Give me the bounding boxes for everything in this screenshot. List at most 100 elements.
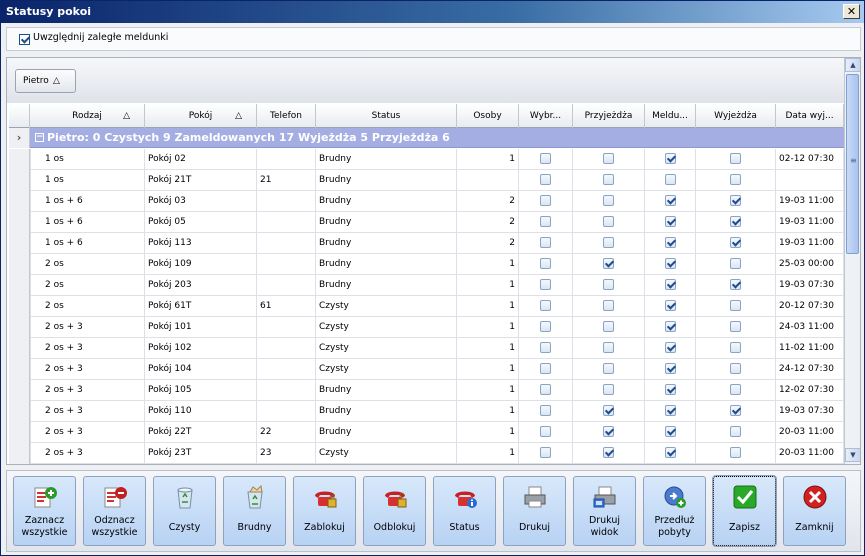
wyj-checkbox[interactable] <box>730 195 741 206</box>
wybr-checkbox[interactable] <box>540 363 551 374</box>
wybr-checkbox[interactable] <box>540 258 551 269</box>
scroll-down-icon[interactable]: ▼ <box>845 448 860 462</box>
table-row[interactable]: 2 os Pokój 203 Brudny 1 19-03 07:30 <box>9 275 844 296</box>
column-header-5[interactable]: Osoby <box>457 104 519 128</box>
przyj-checkbox[interactable] <box>603 321 614 332</box>
wybr-checkbox[interactable] <box>540 384 551 395</box>
table-row[interactable]: 1 os + 6 Pokój 113 Brudny 2 19-03 11:00 <box>9 233 844 254</box>
meld-checkbox[interactable] <box>664 426 676 437</box>
collapse-icon[interactable]: − <box>35 133 44 142</box>
wyj-checkbox[interactable] <box>730 216 741 227</box>
wybr-checkbox[interactable] <box>540 405 551 416</box>
table-row[interactable]: 1 os + 6 Pokój 03 Brudny 2 19-03 11:00 <box>9 191 844 212</box>
table-row[interactable]: 2 os + 3 Pokój 105 Brudny 1 12-02 07:30 <box>9 380 844 401</box>
meld-checkbox[interactable] <box>664 447 676 458</box>
meld-checkbox[interactable] <box>664 342 676 353</box>
scroll-up-icon[interactable]: ▲ <box>845 58 860 72</box>
column-header-4[interactable]: Status <box>316 104 457 128</box>
row-header[interactable] <box>9 149 30 170</box>
row-header[interactable] <box>9 275 30 296</box>
row-header[interactable] <box>9 233 30 254</box>
column-header-9[interactable]: Wyjeżdża <box>696 104 776 128</box>
recycle-bin-empty-button[interactable]: Czysty <box>153 476 216 546</box>
green-check-button[interactable]: Zapisz <box>712 475 777 547</box>
wyj-checkbox[interactable] <box>730 258 741 269</box>
row-header[interactable] <box>9 317 30 338</box>
row-header[interactable] <box>9 254 30 275</box>
row-header[interactable] <box>9 380 30 401</box>
table-row[interactable]: 2 os + 3 Pokój 104 Czysty 1 24-12 07:30 <box>9 359 844 380</box>
table-row[interactable]: 2 os Pokój 109 Brudny 1 25-03 00:00 <box>9 254 844 275</box>
przyj-checkbox[interactable] <box>603 384 614 395</box>
phone-unlock-button[interactable]: Odblokuj <box>363 476 426 546</box>
wyj-checkbox[interactable] <box>730 237 741 248</box>
wybr-checkbox[interactable] <box>540 195 551 206</box>
print-view-button[interactable]: Drukuj widok <box>573 476 636 546</box>
meld-checkbox[interactable] <box>664 258 676 269</box>
wyj-checkbox[interactable] <box>730 342 741 353</box>
przyj-checkbox[interactable] <box>603 279 614 290</box>
przyj-checkbox[interactable] <box>603 447 614 458</box>
meld-checkbox[interactable] <box>664 237 676 248</box>
wyj-checkbox[interactable] <box>730 174 741 185</box>
phone-info-button[interactable]: Status <box>433 476 496 546</box>
meld-checkbox[interactable] <box>664 216 676 227</box>
group-by-floor-button[interactable]: Pietro △ <box>15 69 76 93</box>
wybr-checkbox[interactable] <box>540 174 551 185</box>
wybr-checkbox[interactable] <box>540 216 551 227</box>
printer-button[interactable]: Drukuj <box>503 476 566 546</box>
przyj-checkbox[interactable] <box>603 237 614 248</box>
wyj-checkbox[interactable] <box>730 279 741 290</box>
przyj-checkbox[interactable] <box>603 426 614 437</box>
row-header[interactable] <box>9 191 30 212</box>
wyj-checkbox[interactable] <box>730 384 741 395</box>
przyj-checkbox[interactable] <box>603 342 614 353</box>
window-close-button[interactable]: ✕ <box>843 4 860 19</box>
phone-lock-button[interactable]: Zablokuj <box>293 476 356 546</box>
meld-checkbox[interactable] <box>664 321 676 332</box>
meld-checkbox[interactable] <box>664 153 676 164</box>
przyj-checkbox[interactable] <box>603 300 614 311</box>
table-row[interactable]: 2 os + 3 Pokój 22T 22 Brudny 1 20-03 11:00 <box>9 422 844 443</box>
przyj-checkbox[interactable] <box>603 195 614 206</box>
wybr-checkbox[interactable] <box>540 237 551 248</box>
meld-checkbox[interactable] <box>664 363 676 374</box>
row-header[interactable] <box>9 443 30 464</box>
include-overdue-checkbox[interactable] <box>19 34 30 45</box>
group-row-floor-0[interactable]: › − Pietro: 0 Czystych 9 Zameldowanych 1… <box>9 128 844 148</box>
red-close-button[interactable]: Zamknij <box>783 476 846 546</box>
row-header[interactable] <box>9 401 30 422</box>
wybr-checkbox[interactable] <box>540 279 551 290</box>
table-row[interactable]: 2 os + 3 Pokój 101 Czysty 1 24-03 11:00 <box>9 317 844 338</box>
wyj-checkbox[interactable] <box>730 300 741 311</box>
wybr-checkbox[interactable] <box>540 426 551 437</box>
row-header[interactable] <box>9 359 30 380</box>
przyj-checkbox[interactable] <box>603 258 614 269</box>
wybr-checkbox[interactable] <box>540 342 551 353</box>
wybr-checkbox[interactable] <box>540 321 551 332</box>
wyj-checkbox[interactable] <box>730 153 741 164</box>
row-header[interactable] <box>9 338 30 359</box>
column-header-10[interactable]: Data wyj... <box>776 104 844 128</box>
wyj-checkbox[interactable] <box>730 321 741 332</box>
przyj-checkbox[interactable] <box>603 405 614 416</box>
column-header-1[interactable]: Rodzaj △ <box>30 104 145 128</box>
table-row[interactable]: 1 os Pokój 21T 21 Brudny <box>9 170 844 191</box>
meld-checkbox[interactable] <box>664 384 676 395</box>
table-row[interactable]: 2 os + 3 Pokój 23T 23 Czysty 1 20-03 11:00 <box>9 443 844 464</box>
wybr-checkbox[interactable] <box>540 153 551 164</box>
wyj-checkbox[interactable] <box>730 426 741 437</box>
przyj-checkbox[interactable] <box>603 174 614 185</box>
meld-checkbox[interactable] <box>664 279 676 290</box>
przyj-checkbox[interactable] <box>603 153 614 164</box>
table-row[interactable]: 2 os Pokój 61T 61 Czysty 1 20-12 07:30 <box>9 296 844 317</box>
column-header-8[interactable]: Meldu... <box>645 104 696 128</box>
meld-checkbox[interactable] <box>664 174 676 185</box>
wyj-checkbox[interactable] <box>730 447 741 458</box>
meld-checkbox[interactable] <box>664 405 676 416</box>
column-header-6[interactable]: Wybr... <box>519 104 573 128</box>
row-header[interactable] <box>9 170 30 191</box>
row-header[interactable] <box>9 422 30 443</box>
meld-checkbox[interactable] <box>664 300 676 311</box>
wybr-checkbox[interactable] <box>540 447 551 458</box>
